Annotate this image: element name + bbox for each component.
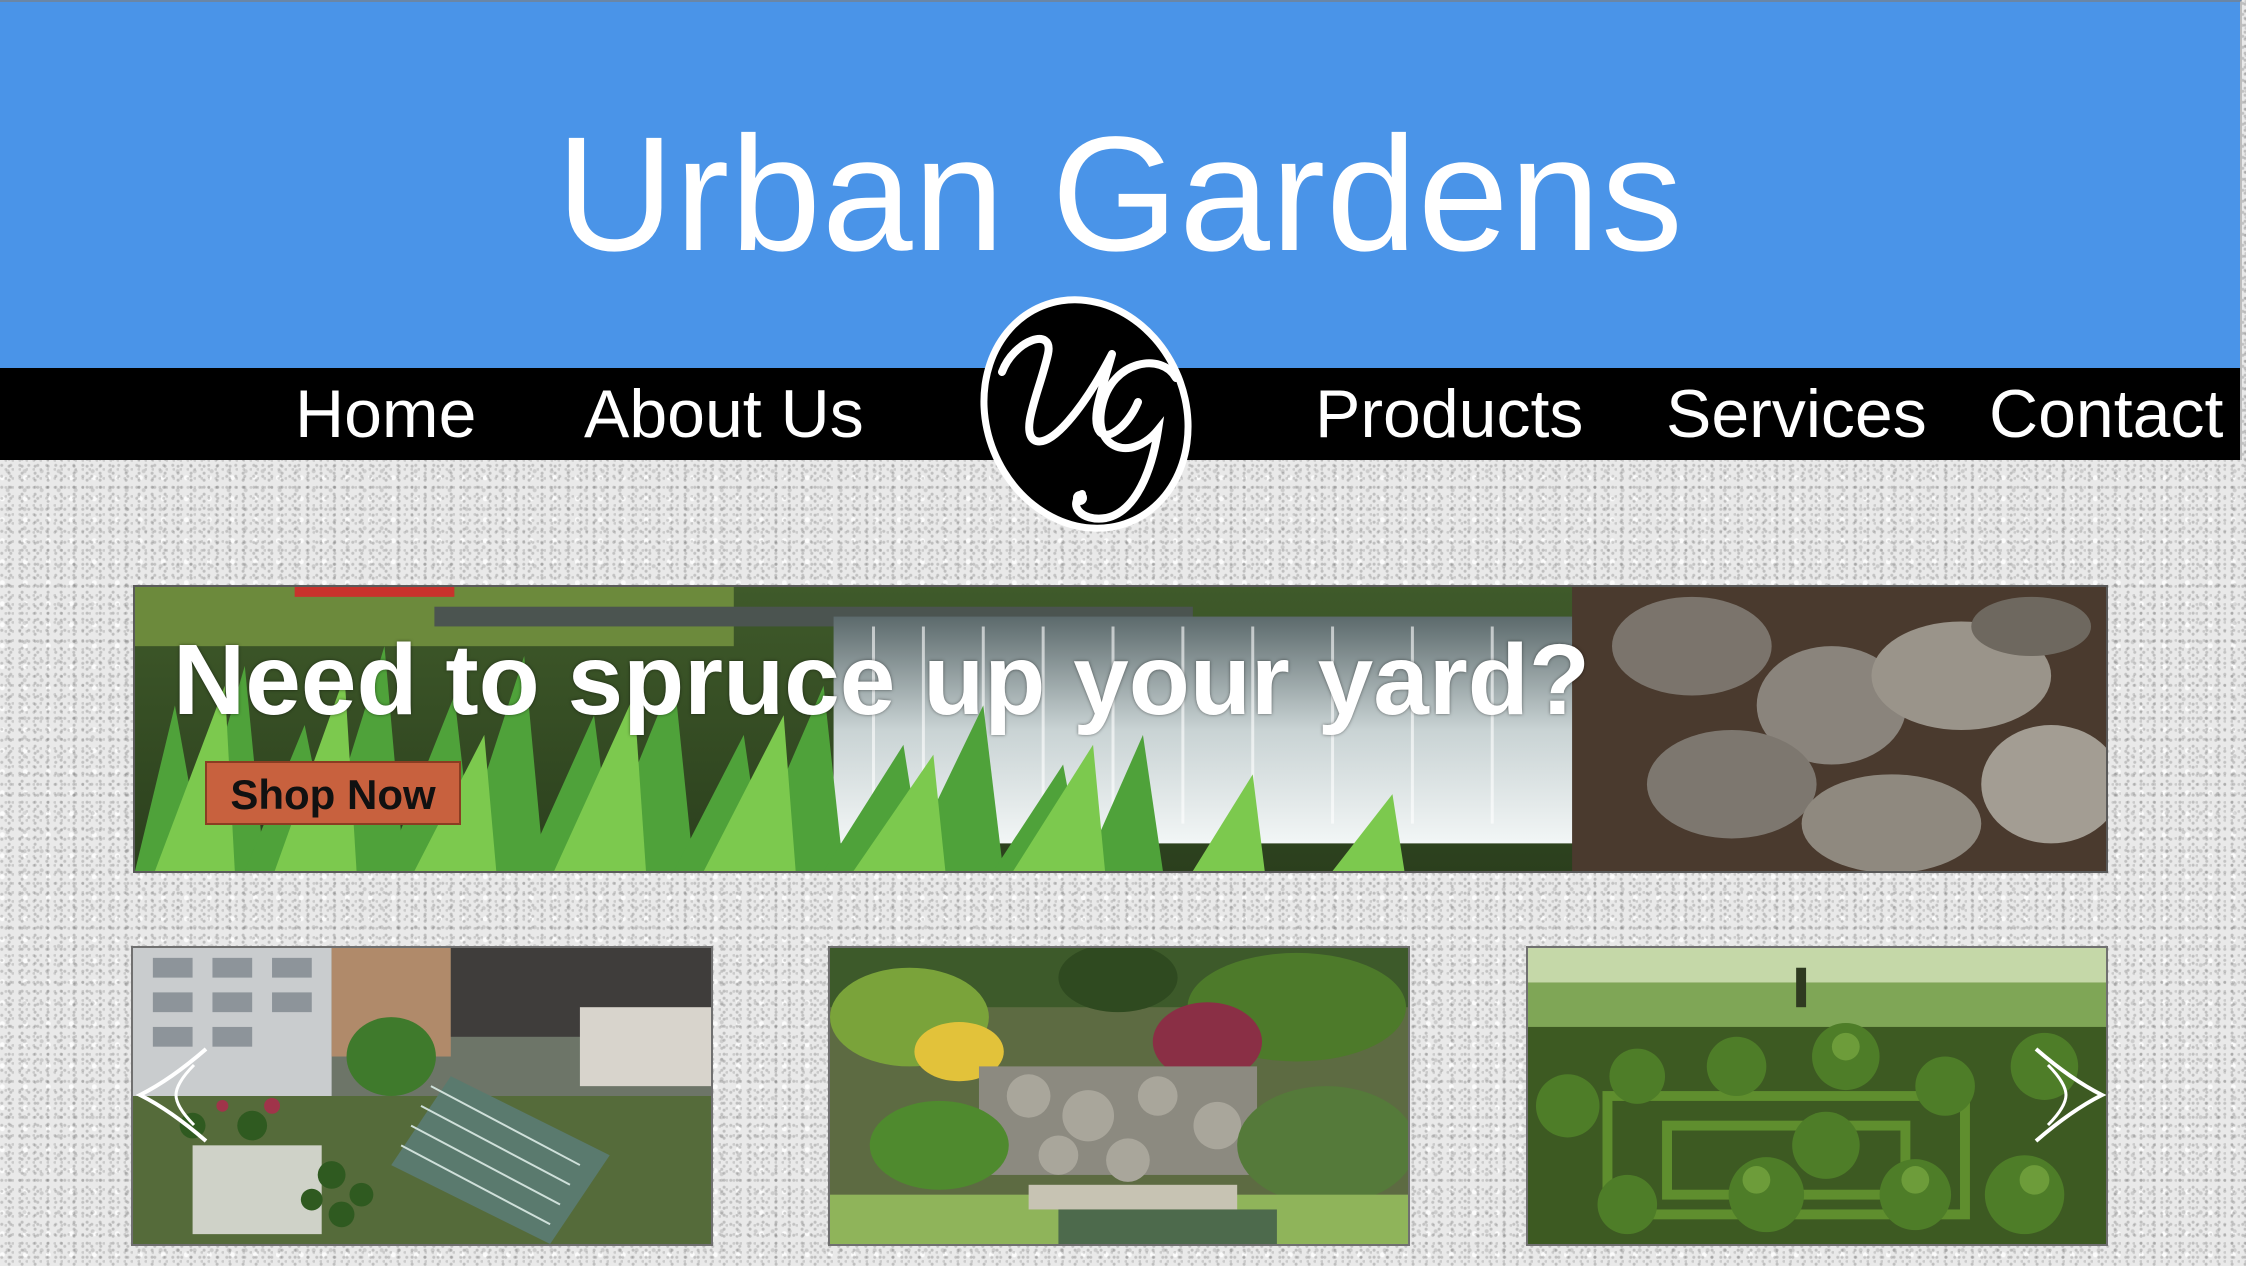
nav-services-link[interactable]: Services [1666, 368, 1927, 460]
rooftop-garden-image[interactable] [131, 946, 713, 1246]
hero-headline: Need to spruce up your yard? [173, 624, 1590, 736]
topiary-garden-image[interactable] [1526, 946, 2108, 1246]
chevron-right-icon[interactable] [2028, 1045, 2106, 1145]
nav-home-link[interactable]: Home [295, 368, 476, 460]
hero-banner: Need to spruce up your yard? Shop Now [133, 585, 2108, 873]
shop-now-button[interactable]: Shop Now [205, 761, 461, 825]
nav-contact-link[interactable]: Contact [1989, 368, 2223, 460]
ug-monogram-logo[interactable] [962, 290, 1210, 538]
nav-about-link[interactable]: About Us [584, 368, 864, 460]
site-title: Urban Gardens [556, 102, 1684, 285]
chevron-left-icon[interactable] [136, 1045, 214, 1145]
rock-garden-image[interactable] [828, 946, 1410, 1246]
nav-products-link[interactable]: Products [1315, 368, 1583, 460]
